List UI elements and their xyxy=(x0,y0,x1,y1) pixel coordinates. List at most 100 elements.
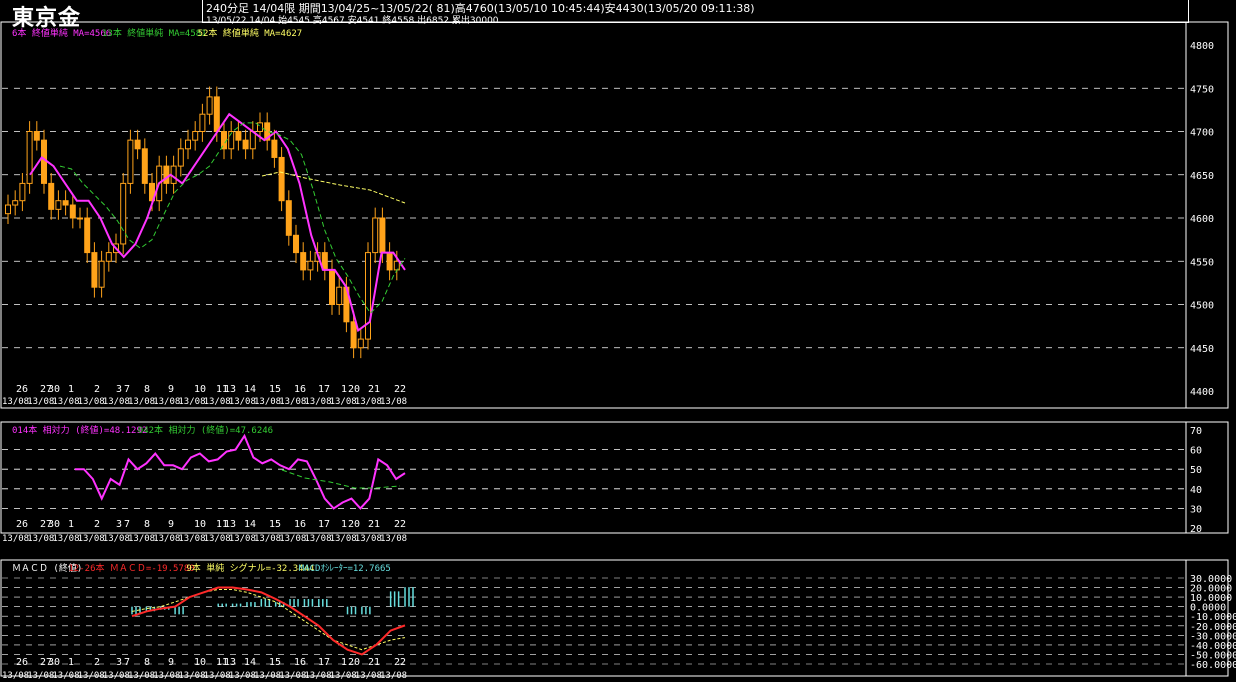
macd-panel-border xyxy=(0,559,1229,677)
x-day-label: 17 xyxy=(318,384,330,395)
y-tick-label: 4650 xyxy=(1190,171,1214,182)
x-date-label: 13/08 xyxy=(52,397,79,407)
x-date-label: 13/08 xyxy=(279,397,306,407)
y-tick-label: 30 xyxy=(1190,504,1202,515)
x-date-label: 13/08 xyxy=(204,534,231,544)
x-date-label: 13/08 xyxy=(279,671,306,681)
x-date-label: 13/08 xyxy=(2,397,29,407)
y-tick-label: 60 xyxy=(1190,446,1202,457)
x-day-label: 21 xyxy=(368,657,380,668)
x-day-label: 20 xyxy=(348,657,360,668)
candle-body xyxy=(192,131,199,141)
x-day-label: 26 xyxy=(16,384,28,395)
candle-body xyxy=(372,217,379,254)
legend-entry: 042本 相対力 (終値)=47.6246 xyxy=(138,424,273,436)
macd-line xyxy=(131,586,406,656)
x-day-label: 20 xyxy=(348,384,360,395)
x-date-label: 13/08 xyxy=(330,671,357,681)
rsi-y-ticks: 70 60 50 40 30 20 xyxy=(1190,426,1202,535)
candle-body xyxy=(336,286,343,306)
x-day-label: 30 xyxy=(48,657,60,668)
x-date-label: 13/08 xyxy=(229,671,256,681)
candle-body xyxy=(77,217,83,220)
x-day-label: 9 xyxy=(168,519,174,530)
candle-body xyxy=(293,234,299,254)
candle-body xyxy=(19,182,26,202)
x-day-label: 21 xyxy=(368,384,380,395)
x-day-label: 1 xyxy=(341,384,347,395)
x-day-label: 16 xyxy=(294,519,306,530)
x-date-label: 13/08 xyxy=(78,397,105,407)
candle-body xyxy=(235,131,242,141)
candle-body xyxy=(278,156,285,202)
x-date-label: 13/08 xyxy=(304,671,331,681)
candle-body xyxy=(357,338,364,349)
candle-body xyxy=(199,113,206,132)
candle-body xyxy=(105,252,112,262)
candle-body xyxy=(26,131,33,184)
y-tick-label: 4550 xyxy=(1190,257,1214,268)
x-day-label: 22 xyxy=(394,384,406,395)
candle-body xyxy=(84,217,91,254)
x-date-label: 13/08 xyxy=(330,534,357,544)
x-date-label: 13/08 xyxy=(229,534,256,544)
x-date-label: 13/08 xyxy=(330,397,357,407)
candle-body xyxy=(5,204,11,215)
rsi-legend: 014本 相対力 (終値)=48.1292042本 相対力 (終値)=47.62… xyxy=(12,424,273,436)
chart-canvas: 4800 4750 4700 4650 4600 4550 4500 4450 4400 6本 … xyxy=(0,21,1236,681)
y-tick-label: -60.0000 xyxy=(1190,660,1236,671)
x-day-label: 7 xyxy=(124,384,130,395)
candle-body xyxy=(329,269,335,305)
x-date-label: 13/08 xyxy=(254,671,281,681)
x-day-label: 2 xyxy=(94,384,100,395)
x-day-label: 1 xyxy=(341,657,347,668)
y-tick-label: 4800 xyxy=(1190,41,1214,52)
candle-body xyxy=(257,122,263,132)
rsi-panel-border xyxy=(0,421,1229,534)
x-date-label: 13/08 xyxy=(380,534,407,544)
legend-entry: 6本 終値単純 MA=4566 xyxy=(12,27,111,39)
candle-body xyxy=(55,200,62,210)
legend-entry: MACDｵｼﾚｰﾀｰ=12.7665 xyxy=(299,563,391,574)
x-day-label: 2 xyxy=(94,519,100,530)
candle-body xyxy=(98,260,105,288)
x-day-label: 1 xyxy=(68,657,74,668)
y-tick-label: 40 xyxy=(1190,485,1202,496)
candle-body xyxy=(33,131,40,141)
candle-body xyxy=(120,182,127,245)
x-date-label: 13/08 xyxy=(153,534,180,544)
x-date-label: 13/08 xyxy=(103,397,130,407)
x-date-label: 13/08 xyxy=(128,534,155,544)
candlesticks xyxy=(5,86,400,359)
x-day-label: 21 xyxy=(368,519,380,530)
candle-body xyxy=(41,139,47,184)
x-date-label: 13/08 xyxy=(103,534,130,544)
x-day-label: 1 xyxy=(68,384,74,395)
x-date-label: 13/08 xyxy=(204,397,231,407)
x-date-label: 13/08 xyxy=(355,397,382,407)
candle-body xyxy=(134,139,141,150)
x-day-label: 7 xyxy=(124,657,130,668)
macd-grid xyxy=(2,577,1185,665)
x-date-label: 13/08 xyxy=(153,397,180,407)
x-date-label: 13/08 xyxy=(27,534,54,544)
x-day-label: 15 xyxy=(269,384,281,395)
x-date-label: 13/08 xyxy=(355,534,382,544)
x-date-label: 13/08 xyxy=(128,671,155,681)
candle-body xyxy=(62,200,69,206)
candle-body xyxy=(379,217,386,254)
x-day-label: 13 xyxy=(224,657,236,668)
candle-body xyxy=(206,96,213,115)
x-day-label: 10 xyxy=(194,657,206,668)
macd-y-ticks: 30.000020.000010.00000.0000-10.0000-20.0… xyxy=(1190,574,1236,671)
x-date-label: 13/08 xyxy=(78,534,105,544)
legend-entry: 014本 相対力 (終値)=48.1292 xyxy=(12,424,147,436)
legend-entry: 12-26本 ＭＡＣＤ=-19.5780 xyxy=(68,562,194,574)
x-day-label: 17 xyxy=(318,657,330,668)
candle-body xyxy=(185,139,191,150)
main-legend: 6本 終値単純 MA=456613本 終値単純 MA=458152本 終値単純 … xyxy=(12,27,302,39)
x-day-label: 22 xyxy=(394,657,406,668)
x-day-label: 16 xyxy=(294,384,306,395)
x-date-label: 13/08 xyxy=(52,534,79,544)
x-date-label: 13/08 xyxy=(254,397,281,407)
